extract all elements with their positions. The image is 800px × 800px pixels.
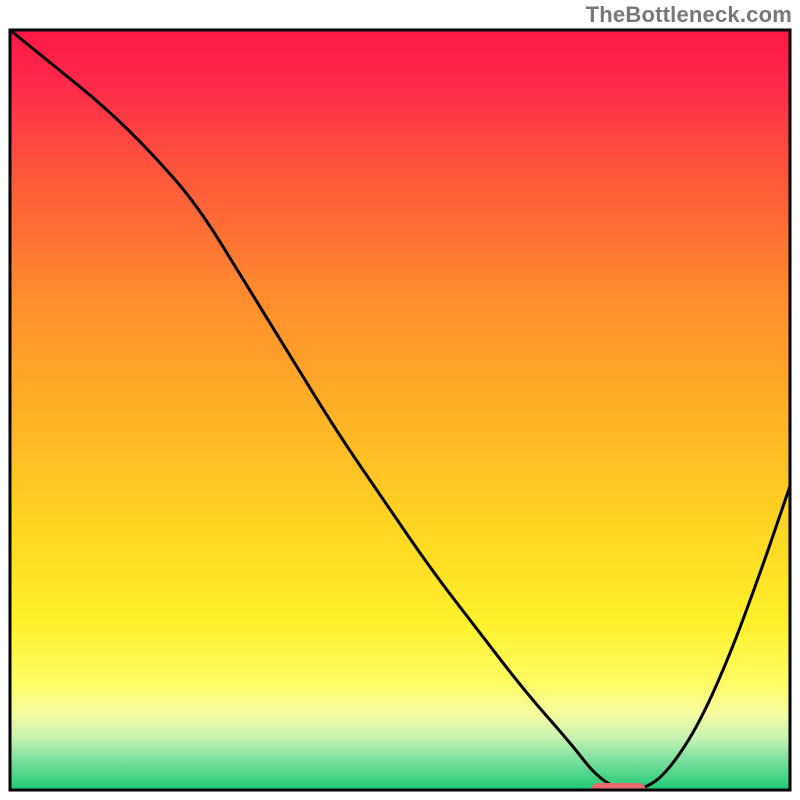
gradient-background xyxy=(10,30,790,790)
bottleneck-chart xyxy=(0,0,800,800)
plot-area xyxy=(10,30,790,797)
chart-container: TheBottleneck.com xyxy=(0,0,800,800)
